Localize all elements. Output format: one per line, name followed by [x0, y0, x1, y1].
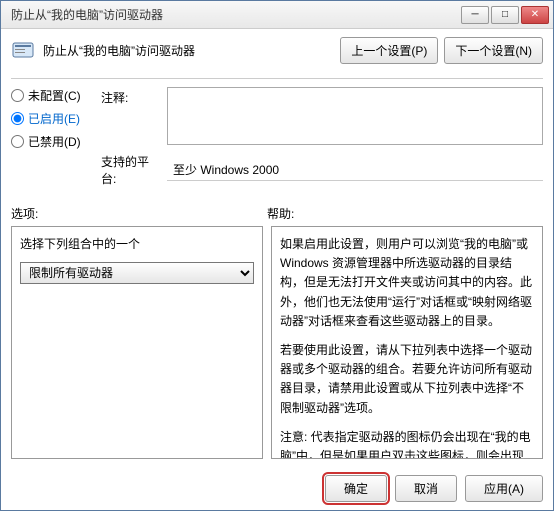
help-paragraph: 注意: 代表指定驱动器的图标仍会出现在“我的电脑”中，但是如果用户双击这些图标，…	[280, 428, 534, 459]
config-row: 未配置(C) 已启用(E) 已禁用(D) 注释: 支持的平台:	[11, 87, 543, 187]
next-setting-button[interactable]: 下一个设置(N)	[444, 37, 543, 64]
help-panel: 如果启用此设置，则用户可以浏览“我的电脑”或 Windows 资源管理器中所选驱…	[271, 226, 543, 459]
content-area: 防止从“我的电脑”访问驱动器 上一个设置(P) 下一个设置(N) 未配置(C) …	[1, 29, 553, 467]
radio-unconfigured-input[interactable]	[11, 89, 24, 102]
help-label: 帮助:	[267, 205, 294, 222]
header-label: 防止从“我的电脑”访问驱动器	[43, 42, 332, 59]
radio-disabled[interactable]: 已禁用(D)	[11, 133, 93, 150]
maximize-button[interactable]: □	[491, 6, 519, 24]
cancel-button[interactable]: 取消	[395, 475, 457, 502]
comment-label: 注释:	[101, 87, 161, 106]
comment-column: 注释: 支持的平台: 至少 Windows 2000	[101, 87, 543, 187]
header-row: 防止从“我的电脑”访问驱动器 上一个设置(P) 下一个设置(N)	[11, 37, 543, 64]
divider	[11, 78, 543, 79]
close-button[interactable]: ✕	[521, 6, 549, 24]
window-controls: ─ □ ✕	[461, 6, 549, 24]
policy-icon	[11, 39, 35, 63]
help-paragraph: 如果启用此设置，则用户可以浏览“我的电脑”或 Windows 资源管理器中所选驱…	[280, 235, 534, 331]
platform-value: 至少 Windows 2000	[167, 159, 543, 181]
ok-button[interactable]: 确定	[325, 475, 387, 502]
mid-labels: 选项: 帮助:	[11, 205, 543, 222]
platform-label: 支持的平台:	[101, 153, 161, 187]
help-paragraph: 若要使用此设置，请从下拉列表中选择一个驱动器或多个驱动器的组合。若要允许访问所有…	[280, 341, 534, 418]
radio-unconfigured[interactable]: 未配置(C)	[11, 87, 93, 104]
radio-group: 未配置(C) 已启用(E) 已禁用(D)	[11, 87, 93, 150]
minimize-button[interactable]: ─	[461, 6, 489, 24]
lower-panels: 选择下列组合中的一个 限制所有驱动器 如果启用此设置，则用户可以浏览“我的电脑”…	[11, 226, 543, 459]
radio-enabled-input[interactable]	[11, 112, 24, 125]
nav-buttons: 上一个设置(P) 下一个设置(N)	[340, 37, 543, 64]
radio-enabled-label: 已启用(E)	[28, 110, 80, 127]
options-label: 选项:	[11, 205, 267, 222]
radio-disabled-input[interactable]	[11, 135, 24, 148]
options-instruction: 选择下列组合中的一个	[20, 235, 254, 252]
titlebar-text: 防止从“我的电脑”访问驱动器	[5, 6, 461, 23]
drive-restriction-dropdown[interactable]: 限制所有驱动器	[20, 262, 254, 284]
prev-setting-button[interactable]: 上一个设置(P)	[340, 37, 438, 64]
comment-row: 注释:	[101, 87, 543, 145]
radio-enabled[interactable]: 已启用(E)	[11, 110, 93, 127]
comment-input[interactable]	[167, 87, 543, 145]
footer: 确定 取消 应用(A)	[1, 467, 553, 510]
radio-disabled-label: 已禁用(D)	[28, 133, 81, 150]
options-panel: 选择下列组合中的一个 限制所有驱动器	[11, 226, 263, 459]
radio-unconfigured-label: 未配置(C)	[28, 87, 81, 104]
dialog-window: 防止从“我的电脑”访问驱动器 ─ □ ✕ 防止从“我的电脑”访问驱动器 上一个设…	[0, 0, 554, 511]
apply-button[interactable]: 应用(A)	[465, 475, 543, 502]
titlebar: 防止从“我的电脑”访问驱动器 ─ □ ✕	[1, 1, 553, 29]
platform-row: 支持的平台: 至少 Windows 2000	[101, 153, 543, 187]
